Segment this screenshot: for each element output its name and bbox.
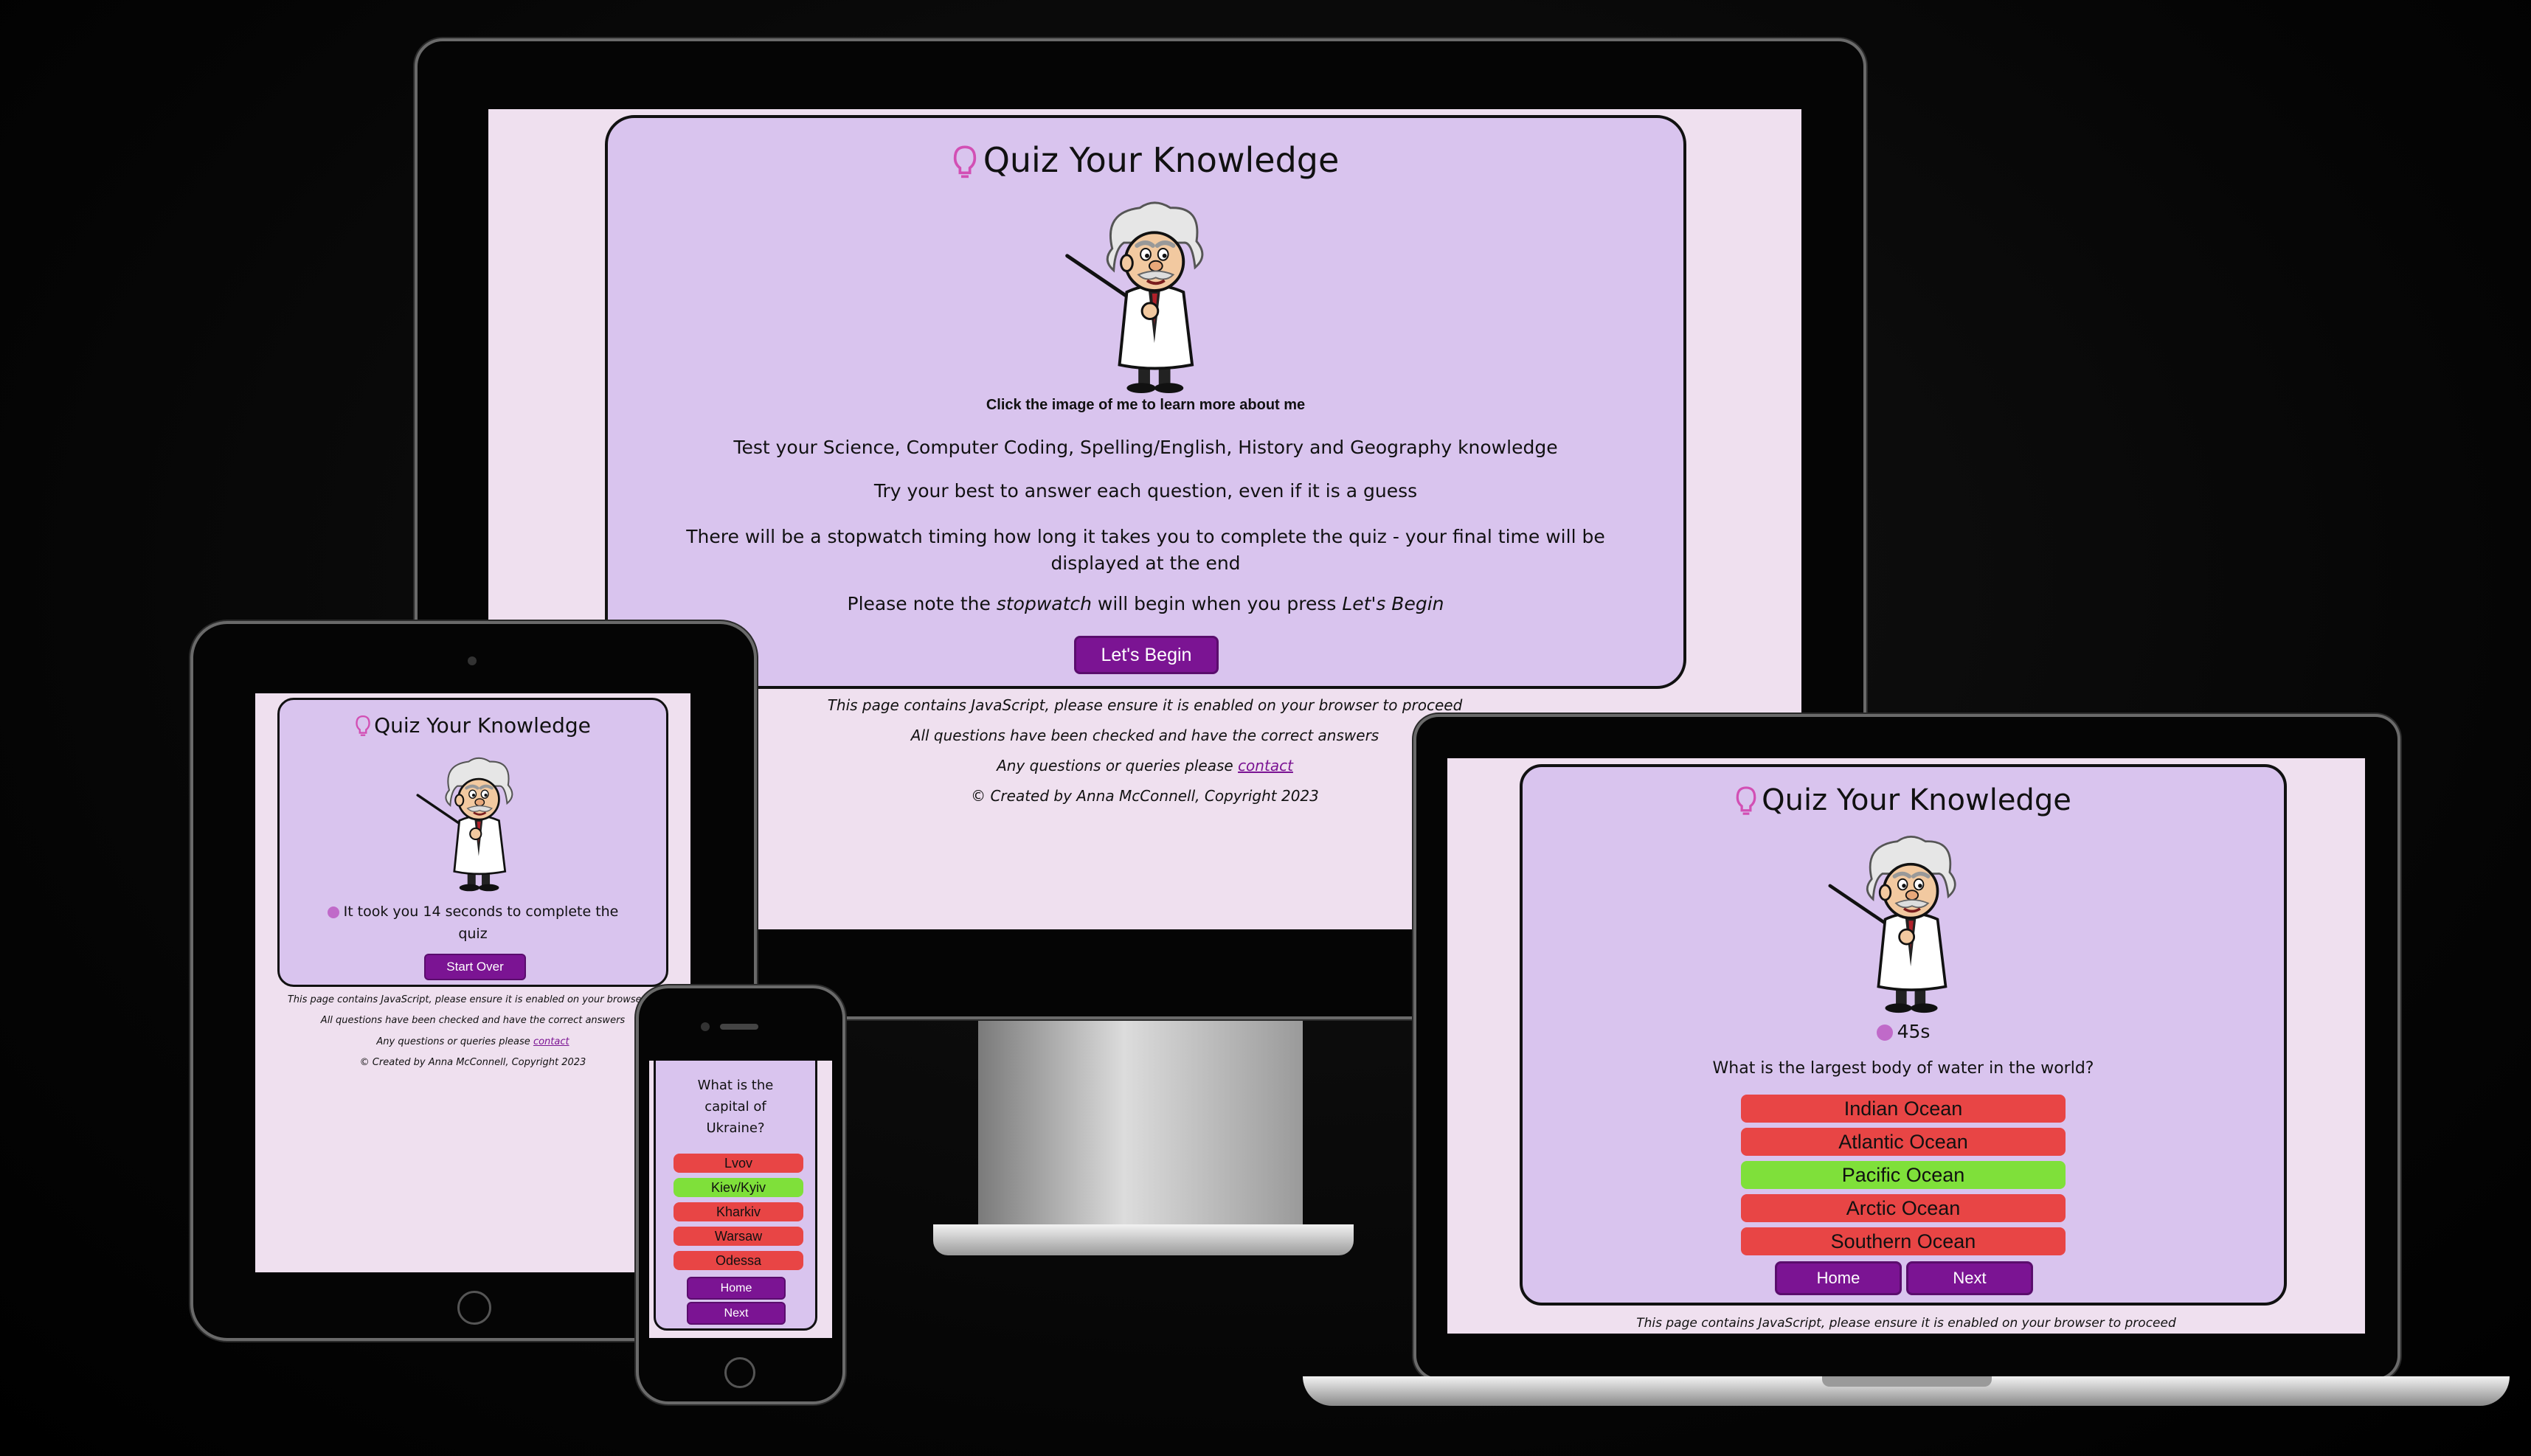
lets-begin-button[interactable]: Let's Begin: [1074, 636, 1219, 674]
lightbulb-icon: [355, 715, 371, 738]
answer-option[interactable]: Atlantic Ocean: [1741, 1128, 2066, 1156]
tablet-camera: [468, 656, 477, 665]
lightbulb-icon: [952, 145, 977, 181]
laptop-timer: 45s: [1523, 1021, 2284, 1042]
laptop-title-text: Quiz Your Knowledge: [1762, 783, 2071, 817]
answer-option[interactable]: Lvov: [674, 1154, 803, 1173]
phone-screen: What is the capital of Ukraine? Lvov Kie…: [649, 1061, 832, 1338]
answer-option[interactable]: Kiev/Kyiv: [674, 1178, 803, 1197]
tablet-screen: Quiz Your Knowledge It took you 14 secon…: [255, 693, 690, 1272]
tablet-quiz-card: Quiz Your Knowledge It took you 14 secon…: [277, 698, 668, 987]
laptop-question: What is the largest body of water in the…: [1712, 1059, 2094, 1078]
contact-link[interactable]: contact: [1238, 757, 1293, 774]
start-over-button[interactable]: Start Over: [424, 954, 526, 980]
monitor-stand-base: [933, 1224, 1354, 1255]
tablet-title: Quiz Your Knowledge: [280, 713, 666, 738]
answer-option[interactable]: Indian Ocean: [1741, 1095, 2066, 1123]
tablet-footer-queries: Any questions or queries please contact: [376, 1036, 569, 1047]
monitor-stand-neck: [978, 1014, 1303, 1228]
desktop-title-text: Quiz Your Knowledge: [983, 140, 1340, 180]
laptop-title: Quiz Your Knowledge: [1523, 783, 2284, 818]
stopwatch-emphasis: stopwatch: [996, 593, 1092, 614]
laptop-notch: [1822, 1376, 1992, 1387]
answer-option[interactable]: Kharkiv: [674, 1202, 803, 1221]
tablet-title-text: Quiz Your Knowledge: [374, 713, 591, 738]
tablet-result: It took you 14 seconds to complete the q…: [324, 901, 622, 945]
laptop-screen: Quiz Your Knowledge 45s What is the larg…: [1447, 758, 2365, 1334]
intro-line-4: Please note the stopwatch will begin whe…: [847, 593, 1444, 614]
answer-option[interactable]: Pacific Ocean: [1741, 1161, 2066, 1189]
tablet-footer-checked: All questions have been checked and have…: [320, 1015, 626, 1026]
desktop-title: Quiz Your Knowledge: [608, 140, 1683, 181]
next-button[interactable]: Next: [687, 1302, 786, 1325]
phone-home-button: [724, 1357, 755, 1388]
answer-option[interactable]: Warsaw: [674, 1227, 803, 1246]
phone-quiz-card: What is the capital of Ukraine? Lvov Kie…: [654, 1061, 817, 1331]
scientist-image[interactable]: [1812, 832, 1996, 1013]
intro-line-2: Try your best to answer each question, e…: [873, 480, 1418, 502]
laptop-quiz-card: Quiz Your Knowledge 45s What is the larg…: [1520, 764, 2287, 1306]
phone-speaker: [720, 1024, 758, 1030]
desktop-quiz-card: Quiz Your Knowledge Click the image of m…: [605, 115, 1686, 689]
answer-option[interactable]: Southern Ocean: [1741, 1227, 2066, 1255]
laptop-footer-js: This page contains JavaScript, please en…: [1636, 1316, 2176, 1331]
answer-option[interactable]: Odessa: [674, 1251, 803, 1270]
home-button[interactable]: Home: [1775, 1261, 1902, 1295]
tablet-footer-copyright: © Created by Anna McConnell, Copyright 2…: [359, 1057, 586, 1068]
next-button[interactable]: Next: [1906, 1261, 2033, 1295]
clock-icon: [327, 906, 339, 918]
scientist-image[interactable]: [1048, 198, 1247, 394]
tablet-home-button: [457, 1291, 491, 1325]
home-button[interactable]: Home: [687, 1277, 786, 1300]
intro-line-1: Test your Science, Computer Coding, Spel…: [733, 437, 1558, 458]
image-caption: Click the image of me to learn more abou…: [986, 397, 1306, 413]
answer-option[interactable]: Arctic Ocean: [1741, 1194, 2066, 1222]
lightbulb-icon: [1735, 786, 1757, 818]
intro-line-3: There will be a stopwatch timing how lon…: [686, 526, 1605, 574]
lets-begin-emphasis: Let's Begin: [1342, 593, 1444, 614]
tablet-footer-js: This page contains JavaScript, please en…: [287, 994, 659, 1005]
contact-link[interactable]: contact: [533, 1036, 569, 1047]
clock-icon: [1876, 1025, 1893, 1041]
phone-question: What is the capital of Ukraine?: [697, 1078, 774, 1136]
phone-camera: [701, 1022, 710, 1031]
scientist-image[interactable]: [404, 755, 544, 892]
